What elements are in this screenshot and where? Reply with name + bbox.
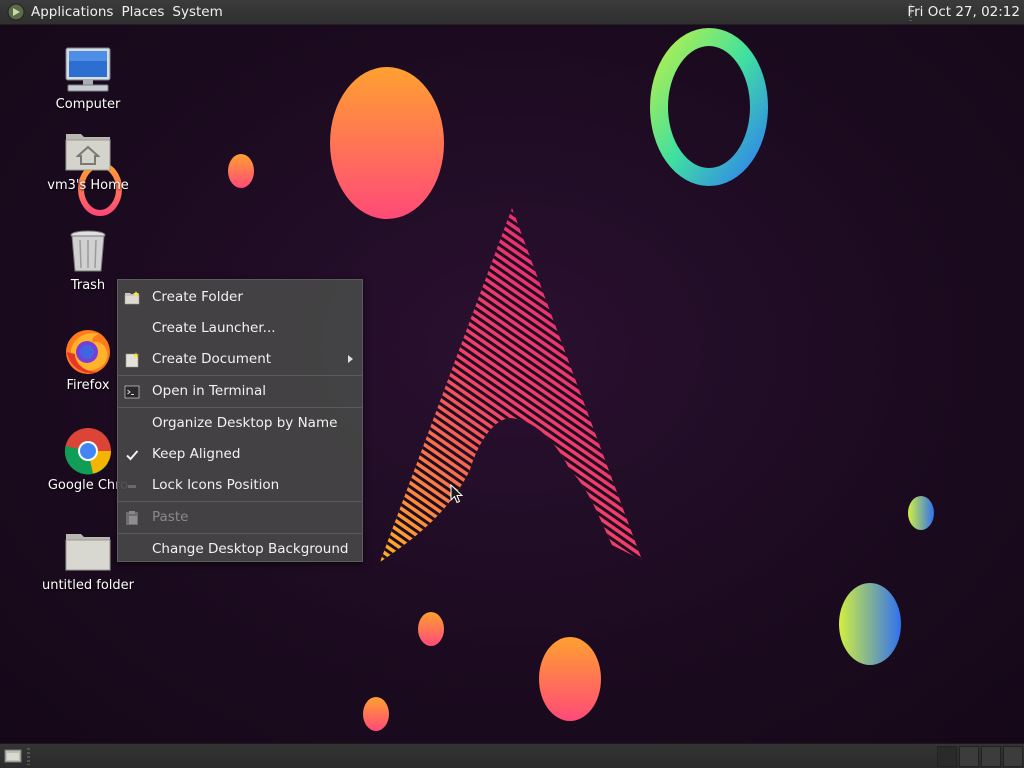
unchecked-box-icon [128,485,136,488]
top-panel: Applications Places System Fri Oct 27, 0… [0,0,1024,25]
workspace-1[interactable] [937,746,957,767]
mate-menu-icon[interactable] [7,3,25,21]
menu-item-keep-aligned[interactable]: Keep Aligned [118,439,362,470]
paste-icon [126,511,138,525]
menu-item-label: Lock Icons Position [152,477,280,493]
home-folder-icon [63,126,113,176]
workspace-3[interactable] [981,746,1001,767]
chrome-icon [63,426,113,476]
new-document-icon [125,352,139,368]
menu-item-label: Organize Desktop by Name [152,415,338,431]
firefox-icon [63,326,113,376]
places-menu[interactable]: Places [121,4,172,20]
menu-item-label: Create Folder [152,289,243,305]
menu-item-change-background[interactable]: Change Desktop Background [118,534,362,565]
bottom-panel [0,743,1024,768]
menu-item-label: Change Desktop Background [152,541,349,557]
menu-item-create-launcher[interactable]: Create Launcher... [118,313,362,344]
applications-menu[interactable]: Applications [31,4,121,20]
menu-item-label: Paste [152,509,189,525]
checkmark-icon [126,450,139,461]
menu-item-organize-desktop[interactable]: Organize Desktop by Name [118,408,362,439]
desktop-icon-label: vm3's Home [47,178,129,193]
clock[interactable]: Fri Oct 27, 02:12 [907,4,1020,20]
desktop-icon-home[interactable]: vm3's Home [33,126,143,193]
workspace-2[interactable] [959,746,979,767]
trash-icon [63,226,113,276]
desktop-context-menu: Create Folder Create Launcher... Create … [117,279,363,562]
submenu-arrow-icon [348,355,353,363]
mouse-pointer-icon [450,484,464,504]
desktop-icon-label: Computer [55,97,121,112]
terminal-icon [124,385,140,399]
menu-item-label: Create Launcher... [152,320,276,336]
menu-item-create-folder[interactable]: Create Folder [118,282,362,313]
menu-item-open-in-terminal[interactable]: Open in Terminal [118,376,362,407]
menu-item-label: Create Document [152,351,272,367]
system-menu[interactable]: System [172,4,230,20]
menu-item-label: Keep Aligned [152,446,241,462]
menu-item-label: Open in Terminal [152,383,266,399]
show-desktop-icon[interactable] [4,748,22,764]
menu-item-paste: Paste [118,502,362,533]
workspace-4[interactable] [1003,746,1023,767]
menu-item-create-document[interactable]: Create Document [118,344,362,375]
panel-handle [27,748,30,765]
folder-icon [63,526,113,576]
desktop-icon-label: untitled folder [41,578,134,593]
computer-icon [63,45,113,95]
desktop-icon-computer[interactable]: Computer [33,45,143,112]
menu-item-lock-icons-position[interactable]: Lock Icons Position [118,470,362,501]
new-folder-icon [124,291,140,305]
